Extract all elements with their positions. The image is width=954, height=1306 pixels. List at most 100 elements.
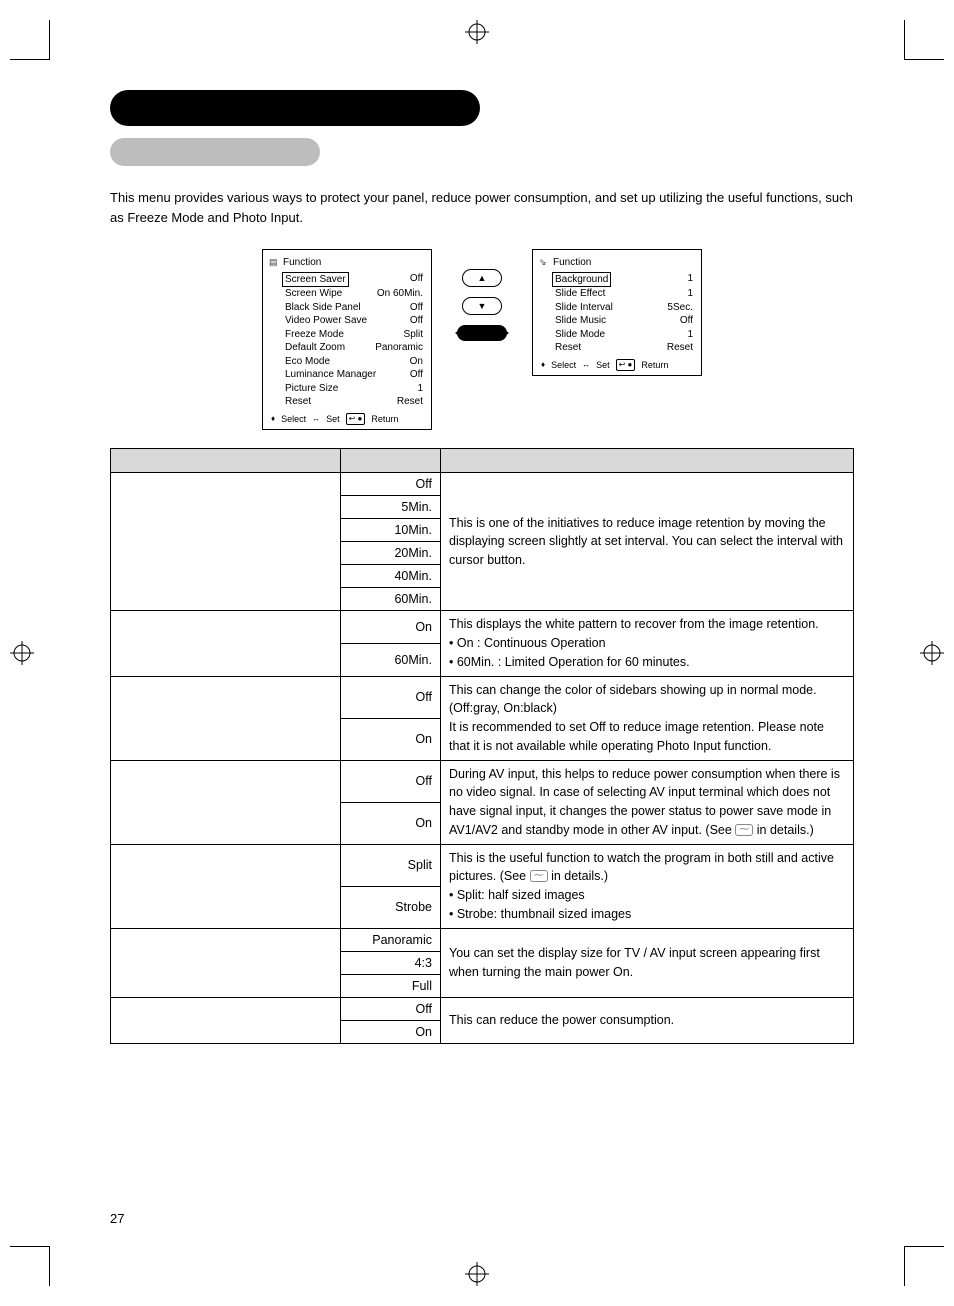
table-row: OffDuring AV input, this helps to reduce…	[111, 760, 854, 802]
osd-row: Slide Effect1	[541, 287, 693, 301]
osd-row-value: 1	[417, 382, 423, 396]
section-header-pill	[110, 90, 480, 126]
item-cell	[111, 928, 341, 997]
page-ref-icon	[530, 870, 548, 882]
osd-row-value: Off	[410, 272, 423, 288]
osd-select-label: Select	[551, 359, 576, 371]
osd-row-value: 1	[687, 272, 693, 288]
osd-row-value: Reset	[397, 395, 423, 409]
return-icon: ↩ ●	[616, 359, 636, 372]
osd-row-label: Slide Music	[555, 314, 606, 328]
osd-row: Picture Size 1	[271, 382, 423, 396]
description-cell: This can change the color of sidebars sh…	[441, 676, 854, 760]
osd-row-value: On 60Min.	[377, 287, 423, 301]
osd-row-value: 5Sec.	[667, 301, 693, 315]
setting-cell: Off	[341, 676, 441, 718]
osd-row-value: Off	[410, 301, 423, 315]
nav-control-graphic: ▲ ▼	[452, 249, 512, 341]
osd-row-label: Black Side Panel	[285, 301, 361, 315]
osd-row: Reset Reset	[541, 341, 693, 355]
osd-title: Function	[541, 256, 693, 270]
osd-row: Reset Reset	[271, 395, 423, 409]
osd-row: Slide Interval 5Sec.	[541, 301, 693, 315]
settings-table: OffThis is one of the initiatives to red…	[110, 448, 854, 1043]
osd-footer: ♦ Select ↔ Set ↩ ● Return	[271, 413, 423, 426]
description-cell: This can reduce the power consumption.	[441, 997, 854, 1043]
setting-cell: On	[341, 611, 441, 644]
osd-row-label: Slide Mode	[555, 328, 605, 342]
osd-row-label: Background	[552, 272, 611, 288]
osd-row-value: 1	[687, 328, 693, 342]
return-icon: ↩ ●	[346, 413, 366, 426]
item-cell	[111, 844, 341, 928]
updown-icon: ♦	[541, 360, 545, 371]
osd-row-label: Screen Saver	[282, 272, 349, 288]
osd-row-label: Slide Interval	[555, 301, 613, 315]
osd-set-label: Set	[596, 359, 610, 371]
table-header	[441, 449, 854, 473]
osd-row-value: 1	[687, 287, 693, 301]
osd-row: Background 1	[541, 272, 693, 288]
table-row: OnThis displays the white pattern to rec…	[111, 611, 854, 644]
osd-row-label: Default Zoom	[285, 341, 345, 355]
nav-left-right-button	[457, 325, 507, 341]
osd-row-label: Picture Size	[285, 382, 338, 396]
description-cell: You can set the display size for TV / AV…	[441, 928, 854, 997]
osd-row-value: Panoramic	[375, 341, 423, 355]
osd-row: Luminance Manager Off	[271, 368, 423, 382]
table-row: PanoramicYou can set the display size fo…	[111, 928, 854, 951]
setting-cell: 10Min.	[341, 519, 441, 542]
osd-row: Slide Music Off	[541, 314, 693, 328]
osd-row: Video Power SaveOff	[271, 314, 423, 328]
table-row: OffThis is one of the initiatives to red…	[111, 473, 854, 496]
osd-row-label: Eco Mode	[285, 355, 330, 369]
osd-row-label: Luminance Manager	[285, 368, 376, 382]
registration-mark-icon	[920, 641, 944, 665]
registration-mark-icon	[465, 20, 489, 44]
updown-icon: ♦	[271, 414, 275, 425]
osd-panel-function: Function Screen Saver Off Screen Wipe On 60…	[262, 249, 432, 430]
item-cell	[111, 760, 341, 844]
intro-text: This menu provides various ways to prote…	[110, 188, 854, 227]
osd-row-label: Reset	[555, 341, 581, 355]
table-header	[111, 449, 341, 473]
osd-row-value: Reset	[667, 341, 693, 355]
setting-cell: 4:3	[341, 951, 441, 974]
description-cell: This displays the white pattern to recov…	[441, 611, 854, 676]
table-row: SplitThis is the useful function to watc…	[111, 844, 854, 886]
setting-cell: On	[341, 802, 441, 844]
osd-row-label: Reset	[285, 395, 311, 409]
page-ref-icon	[735, 824, 753, 836]
osd-row: Black Side Panel Off	[271, 301, 423, 315]
setting-cell: Panoramic	[341, 928, 441, 951]
osd-title: Function	[271, 256, 423, 270]
item-cell	[111, 997, 341, 1043]
leftright-icon: ↔	[582, 360, 590, 371]
table-row: OffThis can reduce the power consumption…	[111, 997, 854, 1020]
osd-row-label: Screen Wipe	[285, 287, 342, 301]
description-cell: During AV input, this helps to reduce po…	[441, 760, 854, 844]
subsection-header-pill	[110, 138, 320, 166]
osd-row: Screen Saver Off	[271, 272, 423, 288]
registration-mark-icon	[10, 641, 34, 665]
osd-row: Screen Wipe On 60Min.	[271, 287, 423, 301]
osd-set-label: Set	[326, 413, 340, 425]
setting-cell: 60Min.	[341, 588, 441, 611]
registration-mark-icon	[465, 1262, 489, 1286]
setting-cell: Full	[341, 974, 441, 997]
item-cell	[111, 611, 341, 676]
setting-cell: 60Min.	[341, 643, 441, 676]
table-header-row	[111, 449, 854, 473]
crop-mark	[904, 1246, 944, 1286]
osd-row: Slide Mode 1	[541, 328, 693, 342]
osd-return-label: Return	[641, 359, 668, 371]
osd-row-label: Video Power Save	[285, 314, 367, 328]
crop-mark	[10, 20, 50, 60]
setting-cell: Strobe	[341, 886, 441, 928]
page-number: 27	[110, 1211, 124, 1226]
setting-cell: On	[341, 1020, 441, 1043]
osd-row: Freeze ModeSplit	[271, 328, 423, 342]
osd-footer: ♦ Select ↔ Set ↩ ● Return	[541, 359, 693, 372]
osd-row-value: Off	[680, 314, 693, 328]
osd-row-value: Off	[410, 368, 423, 382]
